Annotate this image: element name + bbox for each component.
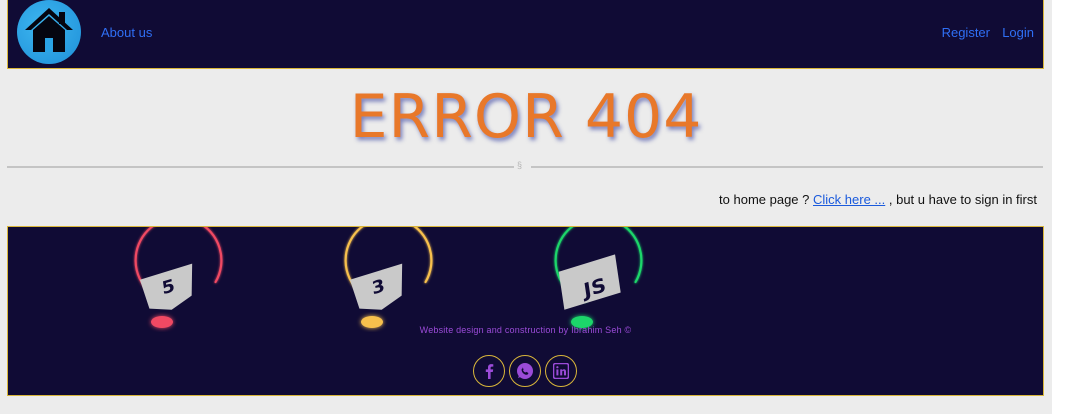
linkedin-icon: [553, 363, 569, 379]
divider-right: [531, 166, 1043, 168]
css3-icon: 3: [349, 263, 403, 310]
js-badge: JS: [554, 227, 643, 328]
facebook-icon: [485, 364, 494, 379]
nav-login-link[interactable]: Login: [1002, 25, 1034, 40]
divider-mark: §: [517, 160, 523, 170]
home-icon: [25, 8, 73, 52]
error-title: ERROR 404: [349, 82, 703, 152]
footer: 5 3 JS Website design and construction b…: [7, 226, 1044, 396]
page: About us Register Login ERROR 404 § to h…: [0, 0, 1052, 414]
html5-badge: 5: [134, 227, 223, 328]
js-icon: JS: [558, 254, 621, 310]
navbar: About us Register Login: [7, 0, 1044, 69]
footer-credit: Website design and construction by Ibrah…: [419, 325, 632, 335]
nav-register-link[interactable]: Register: [942, 25, 990, 40]
home-page-note: to home page ? Click here ... , but u ha…: [719, 192, 1037, 207]
whatsapp-icon: [517, 363, 533, 379]
home-note-prefix: to home page ?: [719, 192, 813, 207]
nav-about-link[interactable]: About us: [101, 25, 152, 40]
whatsapp-button[interactable]: [509, 355, 541, 387]
tech-badges: 5 3 JS: [134, 227, 643, 328]
divider-left: [7, 166, 514, 168]
home-logo-button[interactable]: [17, 0, 81, 64]
linkedin-button[interactable]: [545, 355, 577, 387]
home-click-link[interactable]: Click here ...: [813, 192, 885, 207]
home-note-suffix: , but u have to sign in first: [885, 192, 1037, 207]
html5-icon: 5: [139, 263, 193, 310]
css3-badge: 3: [344, 227, 433, 328]
facebook-button[interactable]: [473, 355, 505, 387]
